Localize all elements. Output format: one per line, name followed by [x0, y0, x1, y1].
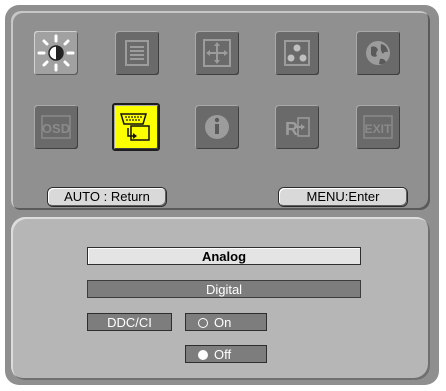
- color-dots-tile[interactable]: [275, 31, 319, 75]
- ddc-off-label: Off: [214, 347, 232, 362]
- osd-tile[interactable]: OSD: [34, 105, 78, 149]
- svg-text:EXIT: EXIT: [365, 122, 392, 136]
- osd-icon: OSD: [41, 115, 71, 139]
- position-move-icon: [203, 39, 231, 67]
- ddc-off-option[interactable]: Off: [185, 345, 267, 363]
- language-tile[interactable]: [356, 31, 400, 75]
- svg-text:R: R: [285, 119, 298, 139]
- menu-enter-hint: MENU:Enter: [279, 188, 407, 206]
- auto-return-hint: AUTO : Return: [48, 188, 166, 206]
- info-icon: [205, 115, 229, 139]
- ddc-on-label: On: [214, 315, 232, 330]
- exit-icon: EXIT: [363, 115, 393, 139]
- color-dots-icon: [284, 40, 310, 66]
- exit-tile[interactable]: EXIT: [356, 105, 400, 149]
- brightness-tile[interactable]: [34, 31, 78, 75]
- analog-option[interactable]: Analog: [87, 247, 361, 265]
- radio-unselected-icon: [198, 317, 208, 328]
- ddc-ci-label: DDC/CI: [87, 313, 172, 331]
- reset-icon: R: [285, 117, 310, 139]
- picture-list-tile[interactable]: [115, 31, 159, 75]
- info-tile[interactable]: [195, 105, 239, 149]
- globe-language-icon: [366, 41, 390, 65]
- radio-selected-icon: [198, 349, 208, 360]
- brightness-icon: [37, 34, 75, 72]
- position-move-tile[interactable]: [195, 31, 239, 75]
- svg-text:OSD: OSD: [42, 121, 70, 136]
- input-select-tile[interactable]: [112, 103, 160, 151]
- reset-tile[interactable]: R: [275, 105, 319, 149]
- digital-option[interactable]: Digital: [87, 280, 361, 298]
- input-signal-icon: [119, 113, 150, 141]
- ddc-on-option[interactable]: On: [185, 313, 267, 331]
- picture-list-icon: [125, 40, 149, 66]
